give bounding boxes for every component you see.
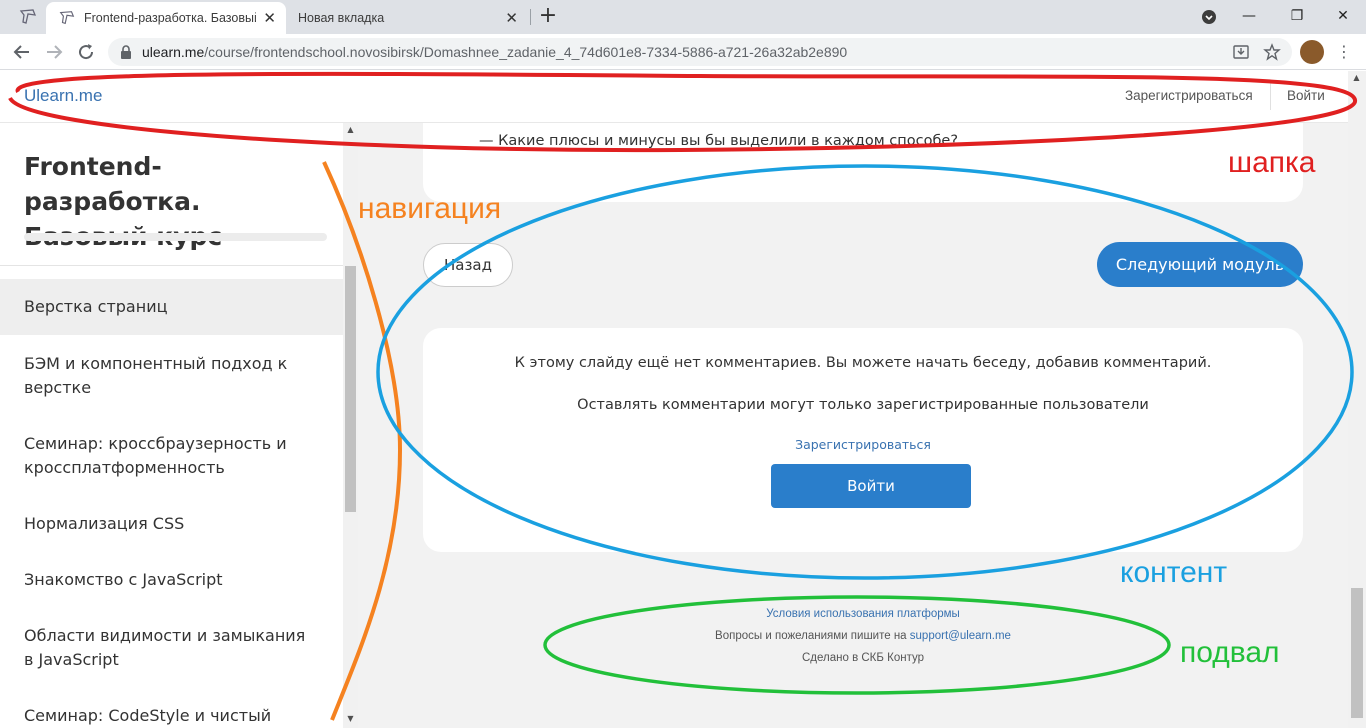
sidebar-item-normalize[interactable]: Нормализация CSS [0,512,343,536]
tab-ulearn[interactable]: Frontend-разработка. Базовый к ✕ [46,2,286,34]
header-annotation-label: шапка [1228,146,1316,179]
browser-toolbar: ulearn.me/course/frontendschool.novosibi… [0,34,1366,70]
site-logo[interactable]: Ulearn.me [24,86,102,106]
forward-icon[interactable] [42,40,66,64]
sidebar-item-label: Верстка страниц [24,297,168,316]
url-text[interactable]: ulearn.me/course/frontendschool.novosibi… [142,44,847,60]
sidebar-scroll-thumb[interactable] [345,266,356,512]
login-link[interactable]: Войти [1287,88,1325,103]
ulearn-favicon-icon [59,11,75,25]
sidebar-item-label: Знакомство с JavaScript [24,570,223,589]
minimize-button[interactable]: — [1238,6,1260,26]
site-header: Ulearn.me Зарегистрироваться Войти [0,71,1348,123]
sidebar-item-javascript[interactable]: Знакомство с JavaScript [0,568,343,592]
sidebar-item-crossbrowser[interactable]: Семинар: кроссбраузерность и кроссплатфо… [0,432,343,480]
scroll-up-arrow-icon[interactable]: ▲ [346,125,355,134]
sidebar-item-label: Семинар: CodeStyle и чистый [24,706,272,725]
tab-new-tab[interactable]: Новая вкладка ✕ [288,2,528,34]
back-button[interactable]: Назад [423,243,513,287]
page-scrollbar[interactable]: ▲ [1348,71,1366,728]
sidebar-scrollbar[interactable]: ▲ ▼ [343,123,358,728]
tab-close-icon[interactable]: ✕ [505,9,518,27]
navigation-annotation-label: навигация [358,192,502,225]
no-comments-text: К этому слайду ещё нет комментариев. Вы … [514,355,1212,371]
url-path: /course/frontendschool.novosibirsk/Domas… [204,44,848,60]
next-module-button[interactable]: Следующий модуль [1097,242,1303,287]
register-comment-link[interactable]: Зарегистрироваться [423,437,1303,452]
comments-card: К этому слайду ещё нет комментариев. Вы … [423,328,1303,552]
window-close-button[interactable]: ✕ [1332,6,1354,26]
new-tab-button[interactable]: + [536,4,560,28]
browser-tab-bar: Frontend-разработка. Базовый к ✕ Новая в… [0,0,1366,34]
sidebar-item-layout[interactable]: Верстка страниц [0,279,343,335]
pinned-tab-icon[interactable] [18,7,38,27]
tab-close-icon[interactable]: ✕ [263,9,276,27]
menu-icon[interactable]: ⋮ [1336,40,1352,64]
lock-icon[interactable] [120,45,132,59]
terms-link[interactable]: Условия использования платформы [766,608,960,620]
sidebar-item-scopes[interactable]: Области видимости и замыкания в JavaScri… [0,624,343,672]
sidebar-item-label: Семинар: кроссбраузерность и кроссплатфо… [24,434,287,477]
header-divider [1270,82,1271,110]
course-progress-bar [24,233,327,241]
sidebar-item-bem[interactable]: БЭМ и компонентный подход к верстке [0,352,343,400]
sidebar-item-label: Нормализация CSS [24,514,185,533]
page-scroll-thumb[interactable] [1351,588,1363,718]
register-link[interactable]: Зарегистрироваться [1125,88,1253,103]
footer-terms: Условия использования платформы [358,608,1348,620]
install-icon[interactable] [1232,43,1250,61]
content-annotation-label: контент [1120,556,1228,589]
tab-search-icon[interactable] [1198,7,1220,27]
address-bar[interactable]: ulearn.me/course/frontendschool.novosibi… [108,38,1292,66]
support-email-link[interactable]: support@ulearn.me [910,630,1011,642]
tab-title: Frontend-разработка. Базовый к [84,11,256,25]
slide-card: — Какие плюсы и минусы вы бы выделили в … [423,123,1303,202]
sidebar-item-codestyle[interactable]: Семинар: CodeStyle и чистый [0,704,343,728]
scroll-down-arrow-icon[interactable]: ▼ [346,714,355,723]
tab-separator [530,9,531,25]
maximize-button[interactable]: ❐ [1286,6,1308,26]
footer-annotation-label: подвал [1180,636,1280,669]
question-text: — Какие плюсы и минусы вы бы выделили в … [479,133,959,149]
registered-only-text: Оставлять комментарии могут только зарег… [577,397,1149,413]
footer-contact-text: Вопросы и пожеланиями пишите на [715,630,910,642]
profile-avatar[interactable] [1300,40,1324,64]
sidebar-item-label: Области видимости и замыкания в JavaScri… [24,626,306,669]
login-button[interactable]: Войти [771,464,971,508]
url-host: ulearn.me [142,44,205,60]
sidebar-divider [0,265,343,266]
back-icon[interactable] [10,40,34,64]
tab-title: Новая вкладка [298,11,385,25]
course-sidebar: Frontend-разработка. Базовый курс Верстк… [0,123,343,728]
sidebar-item-label: БЭМ и компонентный подход к верстке [24,354,288,397]
reload-icon[interactable] [74,40,98,64]
page-scroll-up-icon[interactable]: ▲ [1352,73,1361,82]
star-icon[interactable] [1263,43,1281,61]
